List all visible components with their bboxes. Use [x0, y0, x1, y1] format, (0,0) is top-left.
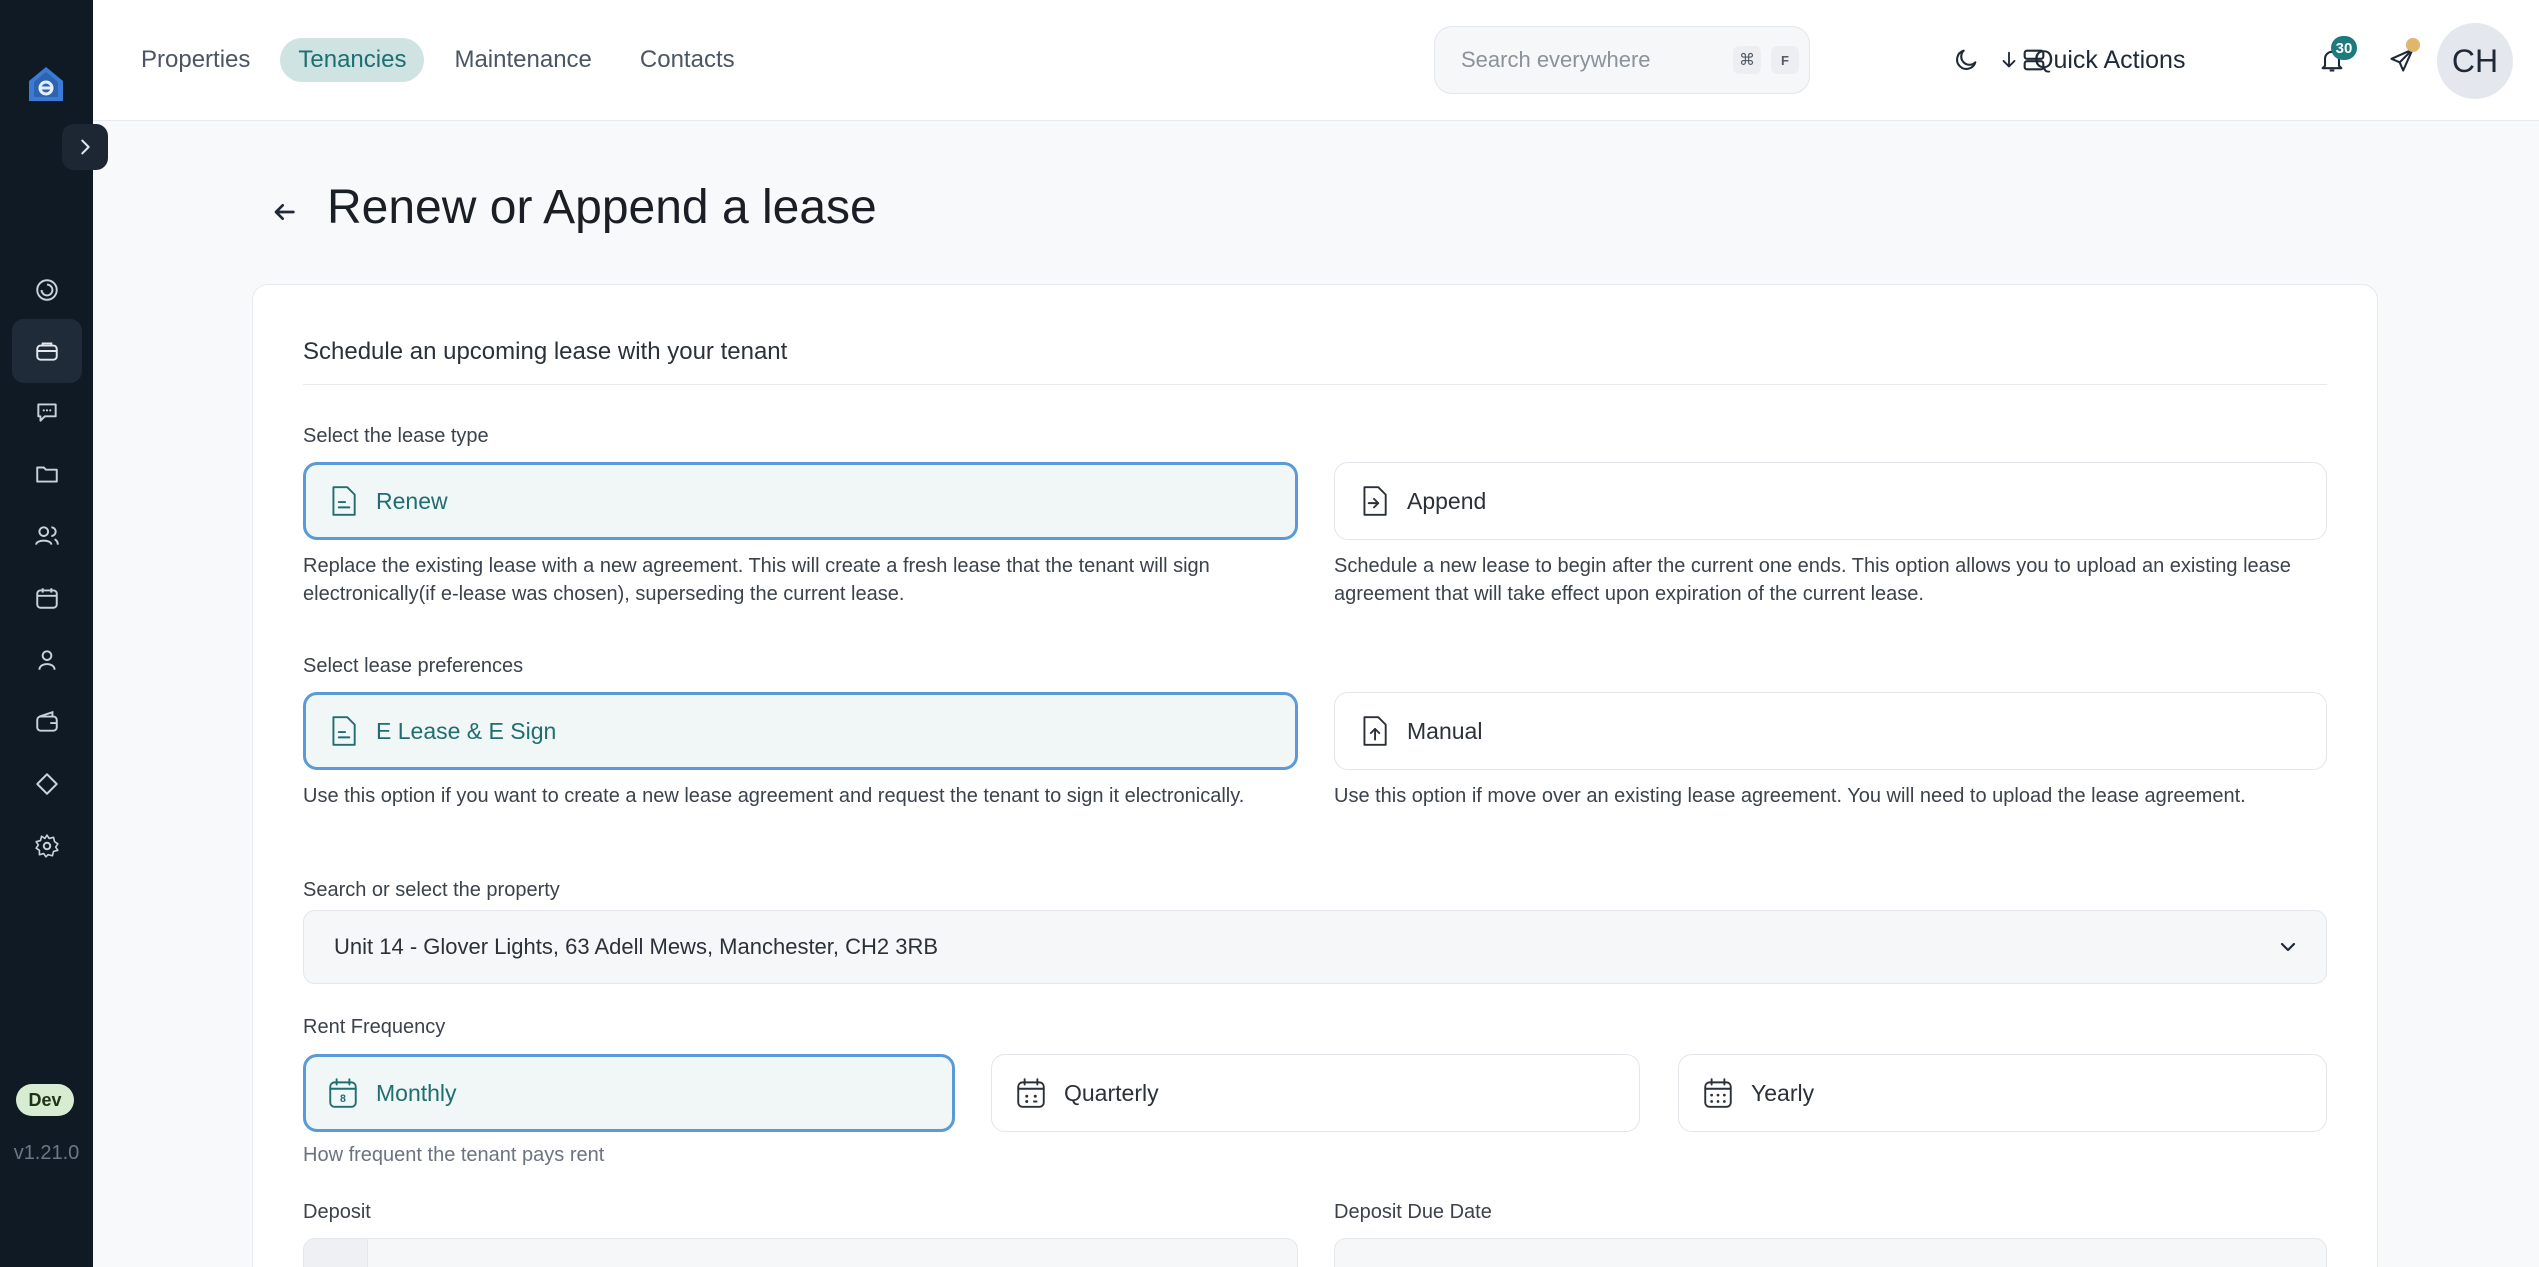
sidebar-item-finance[interactable]: [12, 690, 82, 754]
calendar-year-icon: [1704, 1078, 1732, 1108]
currency-prefix: [304, 1239, 368, 1267]
elease-description: Use this option if you want to create a …: [303, 785, 1245, 807]
deposit-due-date-label: Deposit Due Date: [1334, 1201, 1492, 1223]
document-icon: [332, 486, 356, 516]
sidebar-item-documents[interactable]: [12, 442, 82, 506]
app-logo-icon[interactable]: [26, 64, 66, 104]
tenancies-icon: [36, 342, 58, 361]
lease-pref-label: Select lease preferences: [303, 655, 524, 677]
sidebar: Dev v1.21.0: [0, 0, 93, 1267]
quick-actions-label: Quick Actions: [2034, 45, 2186, 74]
tab-contacts[interactable]: Contacts: [622, 38, 753, 82]
sidebar-item-settings[interactable]: [12, 814, 82, 878]
lease-type-label: Select the lease type: [303, 425, 489, 447]
sidebar-item-calendar[interactable]: [12, 566, 82, 630]
shortcut-f-key: F: [1771, 46, 1799, 74]
main-tabs: Properties Tenancies Maintenance Contact…: [123, 38, 753, 82]
rent-frequency-monthly-option[interactable]: 8 Monthly: [303, 1054, 955, 1132]
wallet-icon: [36, 710, 58, 732]
sidebar-item-tenants[interactable]: [12, 628, 82, 692]
document-upload-icon: [1363, 716, 1387, 746]
property-label: Search or select the property: [303, 879, 560, 901]
deposit-input[interactable]: [303, 1238, 1298, 1267]
calendar-month-icon: 8: [329, 1078, 357, 1108]
deposit-due-date-input[interactable]: [1334, 1238, 2327, 1267]
rent-frequency-quarterly-option[interactable]: Quarterly: [991, 1054, 1640, 1132]
lease-pref-elease-option[interactable]: E Lease & E Sign: [303, 692, 1298, 770]
shortcut-cmd-key: ⌘: [1733, 46, 1761, 74]
card-title: Schedule an upcoming lease with your ten…: [303, 338, 788, 365]
sidebar-item-tenancies[interactable]: [12, 319, 82, 383]
quarterly-label: Quarterly: [1064, 1079, 1159, 1106]
append-description: Schedule a new lease to begin after the …: [1334, 555, 2291, 605]
document-icon: [332, 716, 356, 746]
calendar-quarter-icon: [1017, 1078, 1045, 1108]
renew-description: Replace the existing lease with a new ag…: [303, 555, 1210, 605]
page-title: Renew or Append a lease: [327, 181, 877, 234]
rent-frequency-label: Rent Frequency: [303, 1016, 446, 1038]
env-badge: Dev: [16, 1084, 74, 1116]
quick-actions-button[interactable]: Quick Actions: [1998, 40, 2185, 80]
tab-tenancies[interactable]: Tenancies: [280, 38, 425, 82]
monthly-label: Monthly: [376, 1079, 457, 1106]
global-search-input[interactable]: Search everywhere ⌘ F: [1434, 26, 1810, 94]
folder-icon: [36, 466, 58, 483]
manual-label: Manual: [1407, 717, 1483, 744]
sidebar-item-contacts[interactable]: [12, 504, 82, 568]
arrow-left-icon: [274, 204, 295, 220]
messages-icon: [37, 403, 57, 422]
calendar-icon: [36, 588, 58, 609]
search-placeholder: Search everywhere: [1461, 47, 1651, 72]
dashboard-icon: [36, 279, 58, 301]
renew-label: Renew: [376, 487, 448, 514]
append-label: Append: [1407, 487, 1487, 514]
contacts-icon: [35, 526, 59, 545]
notification-count-badge: 30: [2331, 36, 2357, 60]
lease-pref-manual-option[interactable]: Manual: [1334, 692, 2327, 770]
sidebar-item-dashboard[interactable]: [12, 258, 82, 322]
manual-description: Use this option if move over an existing…: [1334, 785, 2246, 807]
svg-text:8: 8: [340, 1093, 346, 1105]
rent-frequency-helper: How frequent the tenant pays rent: [303, 1144, 605, 1166]
chevron-right-icon: [81, 139, 90, 155]
tab-maintenance[interactable]: Maintenance: [436, 38, 609, 82]
moon-icon: [1956, 49, 1977, 70]
back-button[interactable]: [268, 196, 300, 228]
property-select[interactable]: Unit 14 - Glover Lights, 63 Adell Mews, …: [303, 910, 2327, 984]
sidebar-item-tags[interactable]: [12, 752, 82, 816]
elease-label: E Lease & E Sign: [376, 717, 557, 744]
user-avatar[interactable]: CH: [2437, 23, 2513, 99]
tab-properties[interactable]: Properties: [123, 38, 268, 82]
sidebar-item-messages[interactable]: [12, 380, 82, 444]
theme-toggle-button[interactable]: [1946, 40, 1986, 80]
settings-icon: [35, 834, 59, 858]
document-arrow-icon: [1363, 486, 1387, 516]
app-version: v1.21.0: [13, 1142, 80, 1164]
property-value: Unit 14 - Glover Lights, 63 Adell Mews, …: [334, 934, 939, 959]
lease-type-append-option[interactable]: Append: [1334, 462, 2327, 540]
deposit-label: Deposit: [303, 1201, 371, 1223]
chevron-down-icon: [2280, 942, 2296, 952]
lease-type-renew-option[interactable]: Renew: [303, 462, 1298, 540]
yearly-label: Yearly: [1751, 1079, 1815, 1106]
rent-frequency-yearly-option[interactable]: Yearly: [1678, 1054, 2327, 1132]
arrow-down-icon: [2002, 51, 2016, 68]
tag-icon: [36, 773, 58, 795]
status-dot: [2406, 38, 2420, 52]
divider: [303, 384, 2327, 385]
sidebar-expand-button[interactable]: [62, 124, 108, 170]
person-icon: [38, 650, 56, 670]
